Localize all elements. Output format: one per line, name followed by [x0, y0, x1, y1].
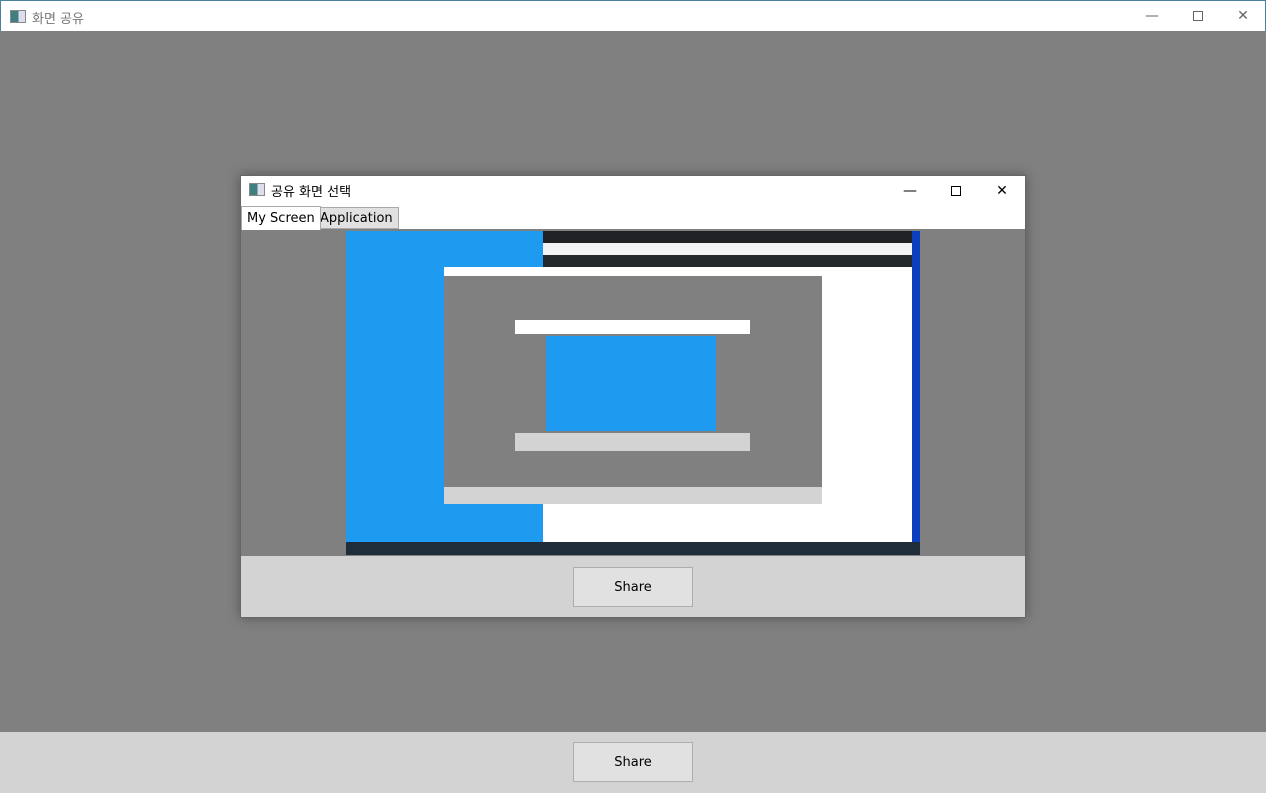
- minimize-icon: —: [903, 183, 917, 199]
- preview-strip: [912, 231, 920, 542]
- preview-nested-dialog: [515, 320, 750, 451]
- dialog-share-button[interactable]: Share: [573, 567, 693, 607]
- dialog-maximize-button[interactable]: [933, 176, 979, 206]
- dialog-title: 공유 화면 선택: [271, 185, 352, 200]
- dialog-minimize-button[interactable]: —: [887, 176, 933, 206]
- window-title: 화면 공유: [32, 12, 84, 27]
- screen-preview[interactable]: [241, 229, 1025, 556]
- preview-taskbar: [346, 542, 920, 555]
- close-button[interactable]: ✕: [1220, 1, 1266, 31]
- maximize-icon: [1193, 11, 1203, 21]
- share-screen-dialog: 공유 화면 선택 — ✕ My Screen Application Share: [240, 175, 1026, 618]
- maximize-icon: [951, 186, 961, 196]
- tab-application[interactable]: Application: [314, 207, 399, 229]
- tab-my-screen[interactable]: My Screen: [241, 206, 321, 230]
- maximize-button[interactable]: [1175, 1, 1221, 31]
- close-icon: ✕: [996, 183, 1008, 199]
- close-icon: ✕: [1237, 8, 1249, 24]
- minimize-button[interactable]: —: [1129, 1, 1175, 31]
- minimize-icon: —: [1145, 8, 1159, 24]
- main-footer: Share: [0, 732, 1266, 793]
- dialog-footer: Share: [241, 556, 1025, 617]
- main-titlebar: 화면 공유 — ✕: [0, 0, 1266, 31]
- dialog-close-button[interactable]: ✕: [979, 176, 1025, 206]
- preview-nested-window: [444, 267, 822, 504]
- preview-nested-screen: [546, 336, 716, 431]
- app-window-icon: [10, 10, 26, 23]
- dialog-icon: [249, 183, 265, 196]
- share-button[interactable]: Share: [573, 742, 693, 782]
